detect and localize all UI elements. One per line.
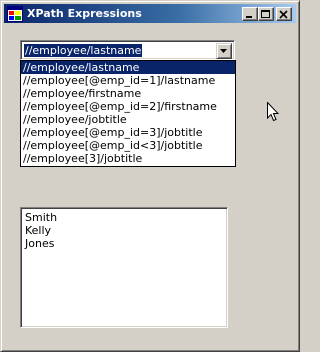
- xpath-combobox[interactable]: //employee/lastname: [20, 40, 235, 60]
- xpath-dropdown-list[interactable]: //employee/lastname //employee[@emp_id=1…: [20, 60, 236, 167]
- dropdown-item[interactable]: //employee[@emp_id=2]/firstname: [21, 100, 235, 113]
- maximize-icon: [261, 10, 270, 18]
- combobox-selected-value[interactable]: //employee/lastname: [24, 44, 143, 57]
- dropdown-item[interactable]: //employee[@emp_id<3]/jobtitle: [21, 139, 235, 152]
- close-button[interactable]: [276, 7, 292, 21]
- app-window-icon: [7, 6, 23, 22]
- dropdown-item[interactable]: //employee/jobtitle: [21, 113, 235, 126]
- maximize-button[interactable]: [258, 7, 274, 21]
- app-window: XPath Expressions //employee/lastname //…: [0, 0, 300, 352]
- close-icon: [279, 10, 288, 19]
- list-item[interactable]: Jones: [23, 237, 225, 250]
- dropdown-item[interactable]: //employee/lastname: [21, 61, 235, 74]
- dropdown-item[interactable]: //employee[3]/jobtitle: [21, 152, 235, 165]
- minimize-icon: [246, 16, 252, 18]
- dropdown-item[interactable]: //employee[@emp_id=3]/jobtitle: [21, 126, 235, 139]
- mouse-pointer-icon: [267, 101, 280, 126]
- dropdown-item[interactable]: //employee/firstname: [21, 87, 235, 100]
- dropdown-item[interactable]: //employee[@emp_id=1]/lastname: [21, 74, 235, 87]
- title-bar[interactable]: XPath Expressions: [4, 4, 296, 23]
- dropdown-arrow-button[interactable]: [216, 43, 232, 59]
- list-item[interactable]: Smith: [23, 211, 225, 224]
- window-title: XPath Expressions: [27, 7, 142, 20]
- list-item[interactable]: Kelly: [23, 224, 225, 237]
- chevron-down-icon: [220, 49, 227, 53]
- results-listbox[interactable]: Smith Kelly Jones: [20, 207, 228, 328]
- minimize-button[interactable]: [242, 7, 258, 21]
